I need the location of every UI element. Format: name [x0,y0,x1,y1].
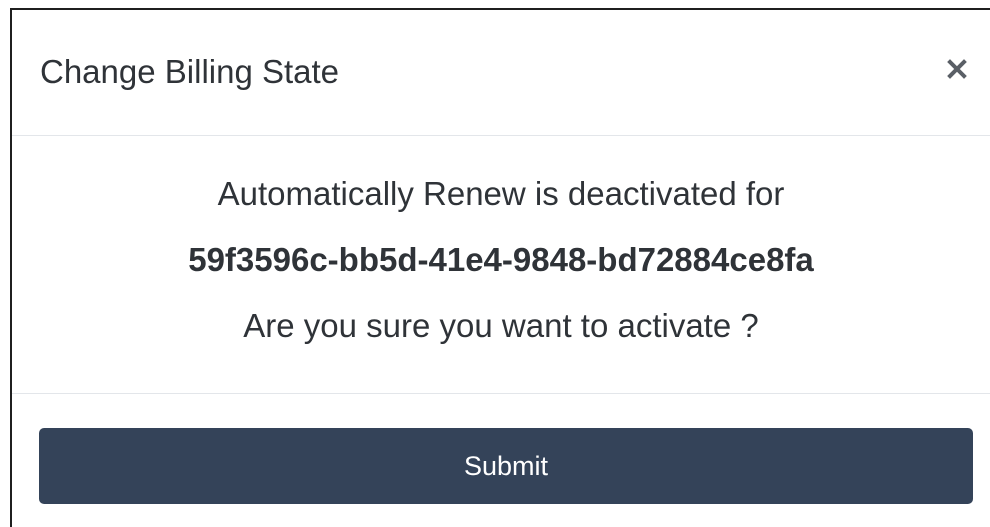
deactivated-message: Automatically Renew is deactivated for [217,175,785,212]
dialog-header: Change Billing State [12,10,990,136]
dialog-footer: Submit [12,394,990,527]
change-billing-state-dialog: Change Billing State Automatically Renew… [10,8,990,527]
dialog-title: Change Billing State [40,53,340,90]
dialog-body: Automatically Renew is deactivated for 5… [12,136,990,394]
close-button[interactable] [940,52,974,86]
confirm-question: Are you sure you want to activate ? [243,307,759,344]
subscription-id: 59f3596c-bb5d-41e4-9848-bd72884ce8fa [188,241,814,278]
submit-button[interactable]: Submit [39,428,973,504]
close-icon [947,59,967,79]
